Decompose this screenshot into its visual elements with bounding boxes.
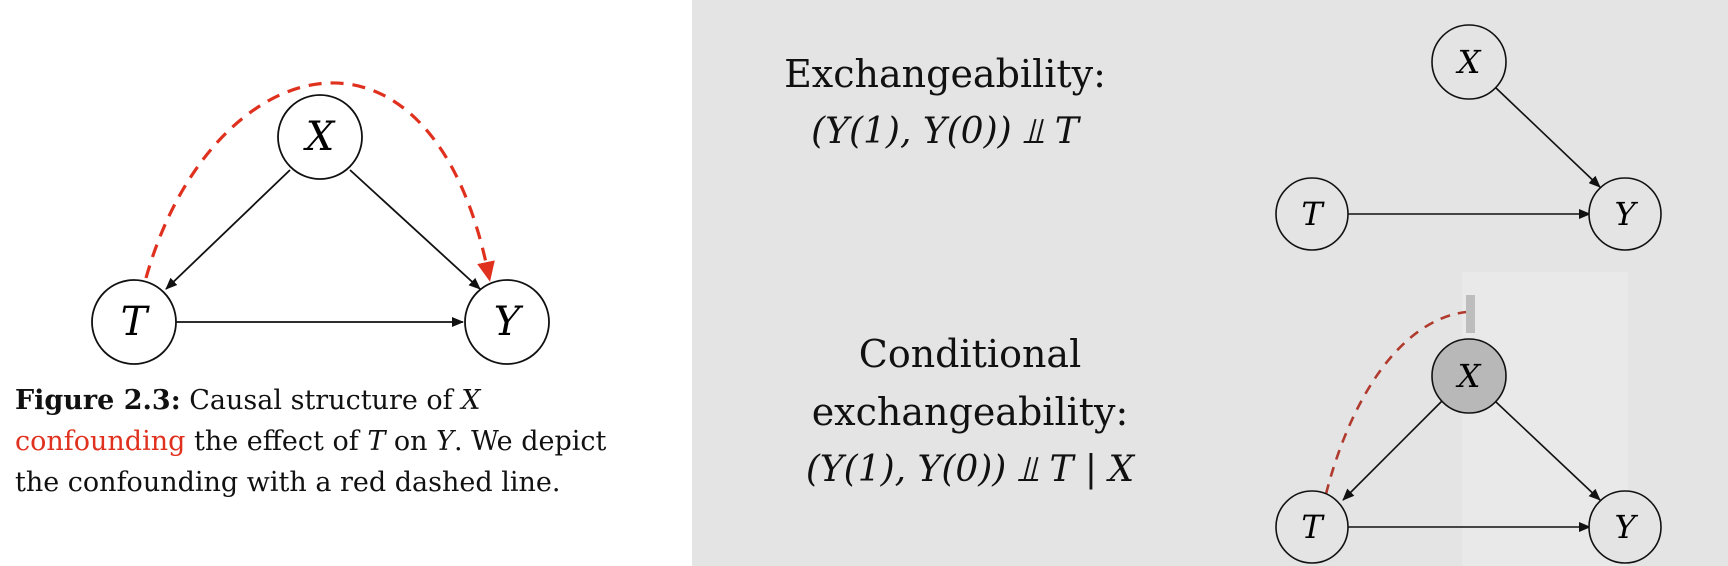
exchangeability-formula: (Y(1), Y(0)) ⫫ T [811, 111, 1079, 152]
node-y: Y [464, 279, 550, 365]
caption-text-3: on [385, 426, 437, 457]
caption-var-y: Y [436, 426, 454, 457]
node-y-bottom: Y [1588, 490, 1662, 564]
conditional-exchangeability-heading: Conditional exchangeability: [811, 332, 1129, 434]
caption-var-x: X [461, 385, 481, 416]
node-y-bottom-label: Y [1614, 508, 1638, 546]
node-t: T [91, 279, 177, 365]
blocked-path-mark [1466, 295, 1475, 333]
node-x-bottom: X [1431, 338, 1507, 414]
caption-text-2: the effect of [185, 426, 368, 457]
exchangeability-diagram: X T Y [1275, 24, 1662, 251]
node-t-label: T [121, 299, 151, 345]
node-t-top-label: T [1301, 195, 1325, 233]
exchangeability-text: Exchangeability: (Y(1), Y(0)) ⫫ T [720, 45, 1170, 161]
exchangeability-heading: Exchangeability: [784, 52, 1106, 96]
node-t-bottom-label: T [1301, 508, 1325, 546]
figure-2-3-diagram: X T Y [91, 81, 550, 365]
node-y-top: Y [1588, 177, 1662, 251]
conditional-exchangeability-formula: (Y(1), Y(0)) ⫫ T | X [805, 449, 1135, 490]
caption-var-t: T [367, 426, 386, 457]
node-x-bottom-label: X [1455, 357, 1482, 395]
node-t-bottom: T [1275, 490, 1349, 564]
edge-x-to-t-bottom [1342, 397, 1446, 501]
node-x-top: X [1431, 24, 1507, 100]
conditional-exchangeability-text: Conditional exchangeability: (Y(1), Y(0)… [700, 325, 1240, 499]
node-x-top-label: X [1455, 43, 1482, 81]
node-y-label: Y [494, 299, 524, 345]
node-x: X [277, 94, 363, 180]
node-t-top: T [1275, 177, 1349, 251]
node-y-top-label: Y [1614, 195, 1638, 233]
edge-x-to-y-bottom [1495, 401, 1601, 501]
figure-label: Figure 2.3: [15, 385, 181, 416]
figure-caption: Figure 2.3: Causal structure of X confou… [15, 380, 630, 503]
edge-x-to-y-top [1495, 87, 1601, 188]
caption-red-word: confounding [15, 426, 186, 457]
node-x-label: X [303, 114, 336, 160]
caption-text-1: Causal structure of [180, 385, 462, 416]
conditional-exchangeability-diagram: X T Y [1275, 295, 1662, 564]
